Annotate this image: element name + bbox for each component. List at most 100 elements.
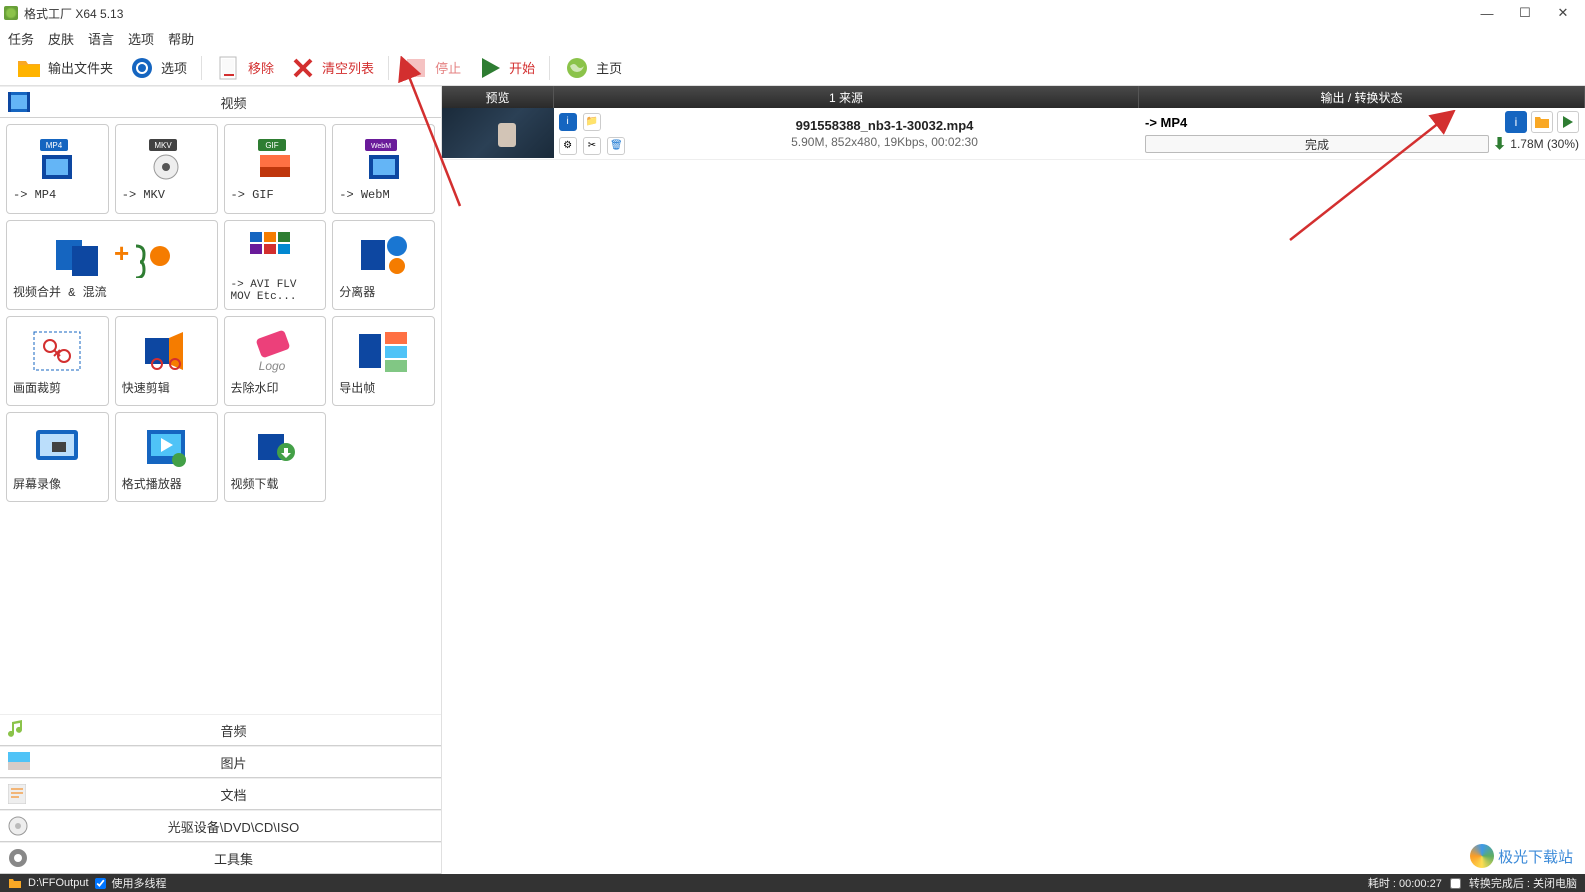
category-tools-header[interactable]: 工具集 xyxy=(0,842,441,874)
task-progress-label: 完成 xyxy=(1305,136,1329,153)
category-image-header[interactable]: 图片 xyxy=(0,746,441,778)
crop-label: 画面裁剪 xyxy=(13,379,61,396)
svg-text:MKV: MKV xyxy=(154,141,172,150)
watermark-text: 极光下载站 xyxy=(1498,846,1573,867)
task-progress-bar: 完成 xyxy=(1145,135,1489,153)
maximize-button[interactable]: ☐ xyxy=(1515,3,1535,23)
header-source[interactable]: 1 来源 xyxy=(554,86,1139,108)
export-frame-icon xyxy=(357,327,411,375)
task-output-info-button[interactable]: i xyxy=(1505,111,1527,133)
stop-button[interactable]: 停止 xyxy=(397,53,467,83)
to-webm-label: -> WebM xyxy=(339,188,389,202)
shutdown-checkbox[interactable] xyxy=(1450,878,1461,889)
to-avi-etc-label: -> AVI FLV MOV Etc... xyxy=(231,279,320,303)
category-disc-label: 光驱设备\DVD\CD\ISO xyxy=(34,817,433,836)
svg-text:WebM: WebM xyxy=(371,143,391,150)
video-merge-button[interactable]: + 视频合并 & 混流 xyxy=(6,220,218,310)
menu-skin[interactable]: 皮肤 xyxy=(48,29,74,48)
folder-icon xyxy=(16,55,42,81)
video-download-label: 视频下载 xyxy=(231,475,279,492)
window-buttons: — ☐ ✕ xyxy=(1477,3,1581,23)
quick-cut-button[interactable]: 快速剪辑 xyxy=(115,316,218,406)
task-open-folder-button[interactable]: 📁 xyxy=(583,113,601,131)
menu-help[interactable]: 帮助 xyxy=(168,29,194,48)
status-output-path[interactable]: D:\FFOutput xyxy=(28,877,89,889)
mkv-icon: MKV xyxy=(139,136,193,184)
quick-cut-icon xyxy=(139,327,193,375)
disc-icon xyxy=(8,816,30,836)
video-merge-label: 视频合并 & 混流 xyxy=(13,283,107,300)
to-mp4-button[interactable]: MP4 -> MP4 xyxy=(6,124,109,214)
status-bar: D:\FFOutput 使用多线程 耗时 : 00:00:27 转换完成后 : … xyxy=(0,874,1585,892)
category-audio-header[interactable]: 音频 xyxy=(0,714,441,746)
task-source-cell: 991558388_nb3-1-30032.mp4 5.90M, 852x480… xyxy=(630,108,1139,159)
category-document-label: 文档 xyxy=(34,785,433,804)
image-icon xyxy=(8,752,30,772)
task-delete-button[interactable]: 🗑 xyxy=(607,137,625,155)
tools-icon xyxy=(8,848,30,868)
eraser-icon: Logo xyxy=(248,327,302,375)
task-info-button[interactable]: i xyxy=(559,113,577,131)
folder-icon xyxy=(1534,115,1550,129)
multithread-checkbox[interactable] xyxy=(95,878,106,889)
splitter-button[interactable]: 分离器 xyxy=(332,220,435,310)
header-preview[interactable]: 预览 xyxy=(442,86,554,108)
video-download-button[interactable]: 视频下载 xyxy=(224,412,327,502)
export-frame-button[interactable]: 导出帧 xyxy=(332,316,435,406)
app-icon xyxy=(4,6,18,20)
mp4-icon: MP4 xyxy=(30,136,84,184)
to-webm-button[interactable]: WebM -> WebM xyxy=(332,124,435,214)
to-avi-etc-button[interactable]: -> AVI FLV MOV Etc... xyxy=(224,220,327,310)
options-button[interactable]: 选项 xyxy=(123,53,193,83)
task-play-output-button[interactable] xyxy=(1557,111,1579,133)
task-list-header: 预览 1 来源 输出 / 转换状态 xyxy=(442,86,1585,108)
category-document-header[interactable]: 文档 xyxy=(0,778,441,810)
to-mkv-label: -> MKV xyxy=(122,188,165,202)
document-icon xyxy=(8,784,30,804)
header-output[interactable]: 输出 / 转换状态 xyxy=(1139,86,1585,108)
output-folder-button[interactable]: 输出文件夹 xyxy=(10,53,119,83)
close-button[interactable]: ✕ xyxy=(1553,3,1573,23)
toolbar-divider xyxy=(388,56,389,80)
remove-button[interactable]: 移除 xyxy=(210,53,280,83)
task-action-buttons: i 📁 ⚙ ✂ 🗑 xyxy=(554,108,630,159)
export-frame-label: 导出帧 xyxy=(339,379,375,396)
app-title: 格式工厂 X64 5.13 xyxy=(24,5,1477,22)
category-image-label: 图片 xyxy=(34,753,433,772)
to-gif-label: -> GIF xyxy=(231,188,274,202)
task-settings-button[interactable]: ⚙ xyxy=(559,137,577,155)
home-button[interactable]: 主页 xyxy=(558,53,628,83)
menu-options[interactable]: 选项 xyxy=(128,29,154,48)
remove-watermark-label: 去除水印 xyxy=(231,379,279,396)
crop-button[interactable]: 画面裁剪 xyxy=(6,316,109,406)
menu-task[interactable]: 任务 xyxy=(8,29,34,48)
video-icon xyxy=(8,92,30,112)
crop-icon xyxy=(30,327,84,375)
merge-icon: + xyxy=(52,231,172,279)
minimize-button[interactable]: — xyxy=(1477,3,1497,23)
to-mkv-button[interactable]: MKV -> MKV xyxy=(115,124,218,214)
task-panel: 预览 1 来源 输出 / 转换状态 i 📁 ⚙ ✂ 🗑 991558388_nb… xyxy=(442,86,1585,874)
menu-language[interactable]: 语言 xyxy=(88,29,114,48)
screen-record-button[interactable]: 屏幕录像 xyxy=(6,412,109,502)
content-area: 视频 MP4 -> MP4 MKV -> MKV GIF -> GIF WebM… xyxy=(0,86,1585,874)
start-button[interactable]: 开始 xyxy=(471,53,541,83)
task-row[interactable]: i 📁 ⚙ ✂ 🗑 991558388_nb3-1-30032.mp4 5.90… xyxy=(442,108,1585,160)
category-video-header[interactable]: 视频 xyxy=(0,86,441,118)
to-gif-button[interactable]: GIF -> GIF xyxy=(224,124,327,214)
menu-bar: 任务 皮肤 语言 选项 帮助 xyxy=(0,26,1585,50)
video-tools-grid: MP4 -> MP4 MKV -> MKV GIF -> GIF WebM ->… xyxy=(0,118,441,508)
toolbar-divider xyxy=(201,56,202,80)
remove-watermark-button[interactable]: Logo 去除水印 xyxy=(224,316,327,406)
category-disc-header[interactable]: 光驱设备\DVD\CD\ISO xyxy=(0,810,441,842)
download-arrow-icon: ⬇ xyxy=(1493,134,1506,154)
screen-record-label: 屏幕录像 xyxy=(13,475,61,492)
task-output-folder-button[interactable] xyxy=(1531,111,1553,133)
clear-list-button[interactable]: 清空列表 xyxy=(284,53,380,83)
title-bar: 格式工厂 X64 5.13 — ☐ ✕ xyxy=(0,0,1585,26)
multithread-label: 使用多线程 xyxy=(112,875,167,891)
player-button[interactable]: 格式播放器 xyxy=(115,412,218,502)
watermark-icon xyxy=(1470,844,1494,868)
task-thumbnail[interactable] xyxy=(442,108,554,158)
task-range-button[interactable]: ✂ xyxy=(583,137,601,155)
